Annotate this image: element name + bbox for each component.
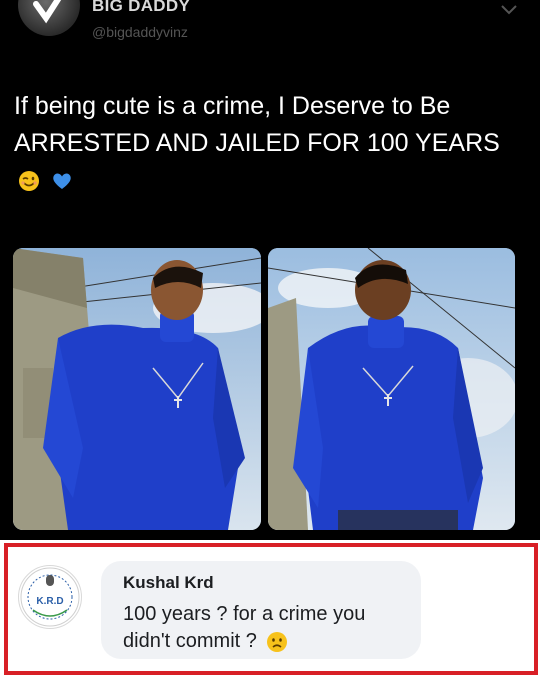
comment-text: 100 years ? for a crime you didn't commi… (123, 603, 366, 652)
krd-logo: K.R.D (20, 567, 80, 627)
highlighted-comment-frame: K.R.D Kushal Krd 100 years ? for a crime… (4, 543, 538, 675)
tweet-text: If being cute is a crime, I Deserve to B… (14, 92, 500, 157)
commenter-avatar[interactable]: K.R.D (18, 565, 82, 629)
author-name[interactable]: BIG DADDY (92, 0, 190, 16)
tweet-photo-right[interactable] (268, 248, 515, 530)
commenter-name[interactable]: Kushal Krd (123, 573, 214, 593)
comment-bubble: Kushal Krd 100 years ? for a crime you d… (101, 561, 421, 659)
tweet-text-block: If being cute is a crime, I Deserve to B… (14, 88, 524, 199)
author-avatar[interactable] (18, 0, 80, 36)
comment-text-block: 100 years ? for a crime you didn't commi… (123, 601, 413, 655)
chevron-down-icon[interactable] (500, 4, 518, 16)
man-blue-turtleneck-left-illustration (13, 248, 261, 530)
author-handle[interactable]: @bigdaddyvinz (92, 24, 188, 40)
svg-text:K.R.D: K.R.D (36, 596, 63, 607)
blue-heart-emoji (53, 173, 71, 190)
man-blue-turtleneck-right-illustration (268, 248, 515, 530)
tweet-photo-left[interactable] (13, 248, 261, 530)
winking-face-emoji (19, 171, 39, 192)
tweet-card: BIG DADDY @bigdaddyvinz If being cute is… (0, 0, 540, 540)
sad-face-emoji (267, 631, 288, 652)
